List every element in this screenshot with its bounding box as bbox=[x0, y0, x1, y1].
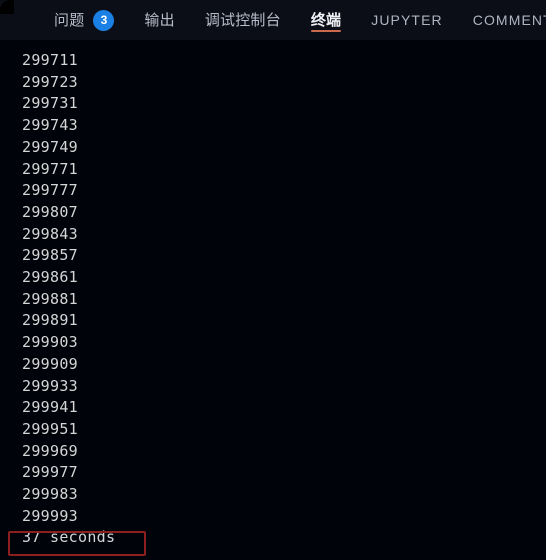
tab-debug-console[interactable]: 调试控制台 bbox=[205, 0, 281, 40]
terminal-line: 299933 bbox=[22, 376, 78, 395]
tab-terminal[interactable]: 终端 bbox=[310, 0, 342, 40]
panel-container: 问题 3 输出 调试控制台 终端 JUPYTER COMMENTS 299711… bbox=[0, 0, 546, 560]
terminal-line: 299861 bbox=[22, 268, 78, 287]
tab-comments[interactable]: COMMENTS bbox=[473, 0, 546, 40]
terminal-elapsed-line: 37 seconds bbox=[22, 528, 116, 547]
terminal-line: 299983 bbox=[22, 485, 78, 504]
panel-tabbar: 问题 3 输出 调试控制台 终端 JUPYTER COMMENTS bbox=[0, 0, 546, 40]
terminal-line-list: 299711 299723 299731 299743 299749 299771 2997… bbox=[0, 40, 546, 549]
tab-jupyter[interactable]: JUPYTER bbox=[371, 0, 443, 40]
terminal-line: 299881 bbox=[22, 289, 78, 308]
terminal-line: 299723 bbox=[22, 72, 78, 91]
tab-comments-label: COMMENTS bbox=[472, 12, 546, 28]
terminal-line: 299909 bbox=[22, 354, 78, 373]
terminal-line: 299903 bbox=[22, 333, 78, 352]
tab-jupyter-label: JUPYTER bbox=[371, 12, 443, 28]
tab-problems-label: 问题 bbox=[54, 11, 85, 29]
panel-tablist: 问题 3 输出 调试控制台 终端 JUPYTER COMMENTS bbox=[0, 0, 546, 40]
tab-output-label: 输出 bbox=[144, 11, 175, 29]
terminal-line: 299969 bbox=[22, 441, 78, 460]
terminal-line: 299743 bbox=[22, 116, 78, 135]
terminal-line: 299807 bbox=[22, 202, 78, 221]
terminal-line: 299843 bbox=[22, 224, 78, 243]
tab-output[interactable]: 输出 bbox=[144, 0, 174, 40]
terminal-line: 299711 bbox=[22, 51, 78, 69]
terminal-output-pane[interactable]: 299711 299723 299731 299743 299749 299771 2997… bbox=[0, 40, 546, 560]
terminal-line: 299993 bbox=[22, 506, 78, 525]
terminal-line: 299749 bbox=[22, 137, 78, 156]
tab-problems[interactable]: 问题 3 bbox=[54, 0, 115, 40]
terminal-line: 299771 bbox=[22, 159, 78, 178]
terminal-line: 299977 bbox=[22, 463, 78, 482]
tab-debug-console-label: 调试控制台 bbox=[204, 11, 281, 29]
active-tab-indicator bbox=[310, 30, 342, 32]
terminal-line: 299951 bbox=[22, 419, 78, 438]
terminal-line: 299941 bbox=[22, 398, 78, 417]
terminal-line: 299731 bbox=[22, 94, 78, 113]
tab-terminal-label: 终端 bbox=[310, 11, 342, 29]
terminal-line: 299777 bbox=[22, 181, 78, 200]
problems-count-badge: 3 bbox=[93, 9, 115, 31]
terminal-line: 299891 bbox=[22, 311, 78, 330]
terminal-line: 299857 bbox=[22, 246, 78, 265]
